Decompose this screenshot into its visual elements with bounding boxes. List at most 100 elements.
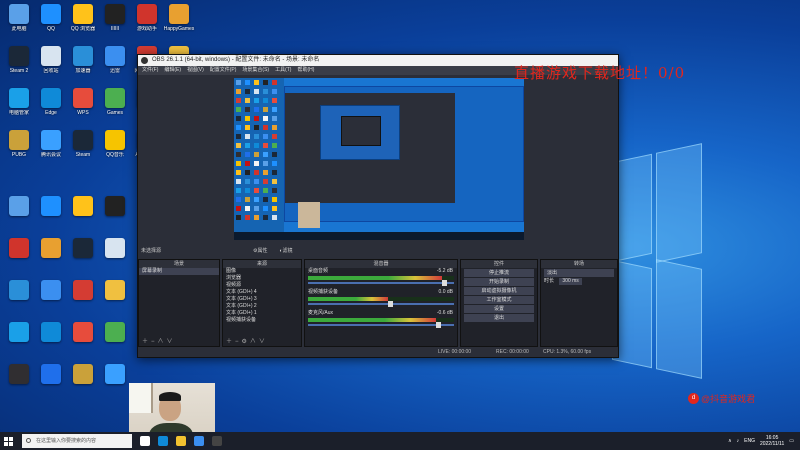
volume-meter xyxy=(308,318,454,322)
desktop-icon[interactable] xyxy=(2,364,36,402)
desktop-icon[interactable]: Edge xyxy=(34,88,68,126)
taskbar-app-obs[interactable] xyxy=(208,432,226,450)
preview-mini-icon xyxy=(245,116,250,121)
control-button[interactable]: 设置 xyxy=(464,305,534,313)
desktop-icon-label: Games xyxy=(106,110,124,116)
source-item[interactable]: 文本 (GDI+) 2 xyxy=(223,303,301,310)
filters-button[interactable]: ◐滤镜 xyxy=(279,245,292,257)
taskbar-app-task-view[interactable] xyxy=(136,432,154,450)
desktop-icon[interactable] xyxy=(2,238,36,276)
obs-menu-item[interactable]: 帮助(H) xyxy=(297,66,314,75)
volume-slider[interactable] xyxy=(308,280,454,286)
desktop-icon[interactable]: Games xyxy=(98,88,132,126)
clock[interactable]: 16:05 2022/11/11 xyxy=(760,435,784,447)
source-item[interactable]: 视频捕获设备 xyxy=(223,317,301,324)
desktop-icon[interactable] xyxy=(98,280,132,318)
desktop-icon[interactable]: 游戏助手 xyxy=(130,4,164,42)
obs-menu-item[interactable]: 配置文件(P) xyxy=(210,66,237,75)
desktop-icon[interactable] xyxy=(66,280,100,318)
obs-menu-item[interactable]: 场景集合(S) xyxy=(242,66,269,75)
desktop-icon[interactable] xyxy=(98,322,132,360)
volume-slider[interactable] xyxy=(308,301,454,307)
desktop-icon[interactable]: 腾讯会议 xyxy=(34,130,68,168)
source-item[interactable]: 文本 (GDI+) 4 xyxy=(223,289,301,296)
start-button[interactable] xyxy=(0,432,16,450)
obs-menu-item[interactable]: 编辑(E) xyxy=(164,66,181,75)
volume-slider-handle[interactable] xyxy=(388,301,394,307)
desktop-app-icon xyxy=(41,364,61,384)
source-item[interactable]: 文本 (GDI+) 3 xyxy=(223,296,301,303)
tray-chevron-icon[interactable]: ∧ xyxy=(728,438,732,444)
desktop-icon[interactable]: QQ音乐 xyxy=(98,130,132,168)
desktop-icon[interactable] xyxy=(34,280,68,318)
obs-window[interactable]: OBS 26.1.1 (64-bit, windows) - 配置文件: 未命名… xyxy=(137,54,619,358)
volume-slider-handle[interactable] xyxy=(436,322,442,328)
transition-select[interactable]: 淡出 xyxy=(544,269,614,277)
desktop-icon[interactable] xyxy=(34,364,68,402)
mixer-track-db: -0.6 dB xyxy=(436,310,453,316)
desktop-icon[interactable]: IIIIII xyxy=(98,4,132,42)
desktop-icon[interactable] xyxy=(2,280,36,318)
desktop-icon[interactable]: 加速器 xyxy=(66,46,100,84)
volume-slider-handle[interactable] xyxy=(442,280,448,286)
obs-menu-item[interactable]: 文件(F) xyxy=(142,66,158,75)
obs-menu-item[interactable]: 工具(T) xyxy=(275,66,291,75)
control-button[interactable]: 启动虚拟摄像机 xyxy=(464,287,534,295)
taskbar-search-box[interactable]: 在这里输入你要搜索的内容 xyxy=(22,434,132,448)
control-button[interactable]: 工作室模式 xyxy=(464,296,534,304)
source-item[interactable]: 浏览器 xyxy=(223,275,301,282)
taskbar-app-explorer[interactable] xyxy=(172,432,190,450)
nested-obs-preview xyxy=(320,105,400,160)
preview-mini-icon xyxy=(254,134,259,139)
sources-dock-buttons[interactable]: ＋−⚙∧∨ xyxy=(223,338,301,346)
desktop-icon[interactable] xyxy=(34,196,68,234)
notification-icon[interactable]: ▭ xyxy=(789,438,794,444)
source-item[interactable]: 图像 xyxy=(223,268,301,275)
desktop-icon[interactable]: HappyGames xyxy=(162,4,196,42)
preview-mini-icon xyxy=(236,116,241,121)
desktop-icon[interactable]: QQ 浏览器 xyxy=(66,4,100,42)
desktop-icon[interactable] xyxy=(34,322,68,360)
preview-mini-icon xyxy=(263,179,268,184)
source-item[interactable]: 文本 (GDI+) 1 xyxy=(223,310,301,317)
desktop-icon[interactable] xyxy=(98,238,132,276)
desktop-icon[interactable] xyxy=(34,238,68,276)
desktop-icon[interactable] xyxy=(98,196,132,234)
properties-button[interactable]: ⚙属性 xyxy=(253,245,267,257)
desktop-app-icon xyxy=(105,280,125,300)
desktop-icon[interactable] xyxy=(66,238,100,276)
obs-menu-item[interactable]: 视图(V) xyxy=(187,66,204,75)
scenes-dock-buttons[interactable]: ＋−∧∨ xyxy=(139,338,219,346)
desktop-icon[interactable]: WPS xyxy=(66,88,100,126)
desktop-icon[interactable]: PUBG xyxy=(2,130,36,168)
desktop-icon[interactable] xyxy=(2,322,36,360)
source-item[interactable]: 视频源 xyxy=(223,282,301,289)
desktop-icon[interactable]: 迅雷 xyxy=(98,46,132,84)
language-indicator[interactable]: ENG xyxy=(744,438,755,444)
control-button[interactable]: 停止推流 xyxy=(464,269,534,277)
desktop-icon[interactable] xyxy=(98,364,132,402)
taskbar-app-store[interactable] xyxy=(190,432,208,450)
desktop-icon[interactable] xyxy=(66,196,100,234)
preview-mini-icon xyxy=(272,134,277,139)
desktop-icon[interactable]: Steam 2 xyxy=(2,46,36,84)
taskbar-app-edge[interactable] xyxy=(154,432,172,450)
desktop-icon[interactable]: 此电脑 xyxy=(2,4,36,42)
desktop-icon-label: HappyGames xyxy=(163,26,195,32)
desktop-icon[interactable]: Steam xyxy=(66,130,100,168)
preview-mini-icon xyxy=(272,107,277,112)
volume-icon[interactable]: ♪ xyxy=(737,438,740,444)
desktop-icon[interactable] xyxy=(66,364,100,402)
desktop-icon[interactable]: QQ xyxy=(34,4,68,42)
desktop-app-icon xyxy=(105,196,125,216)
duration-input[interactable]: 300 ms xyxy=(559,278,582,285)
desktop-icon[interactable] xyxy=(66,322,100,360)
control-button[interactable]: 开始录制 xyxy=(464,278,534,286)
control-button[interactable]: 退出 xyxy=(464,314,534,322)
desktop-icon[interactable]: 电脑管家 xyxy=(2,88,36,126)
desktop-icon[interactable]: 回收站 xyxy=(34,46,68,84)
obs-preview-canvas[interactable] xyxy=(234,78,524,240)
volume-slider[interactable] xyxy=(308,322,454,328)
scene-item[interactable]: 屏幕录制 xyxy=(139,268,219,275)
desktop-icon[interactable] xyxy=(2,196,36,234)
